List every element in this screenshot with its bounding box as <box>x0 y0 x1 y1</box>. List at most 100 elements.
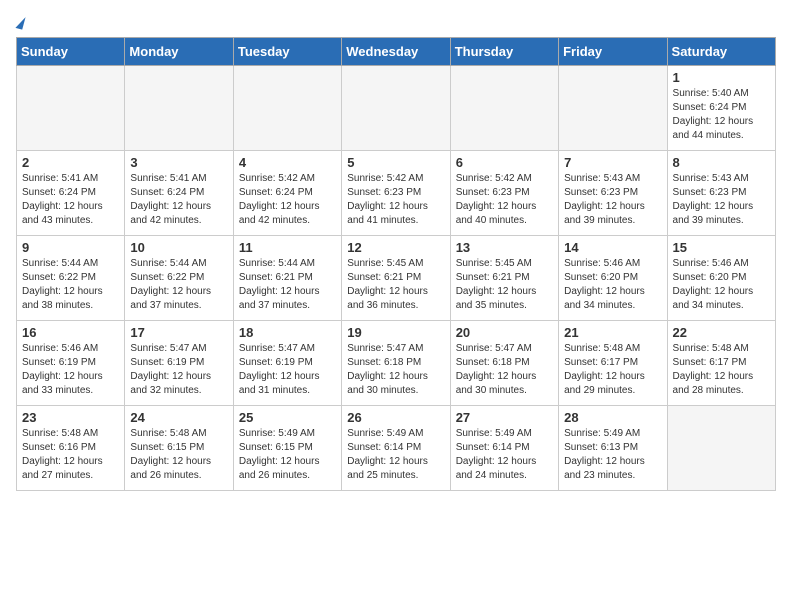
day-info: Sunrise: 5:47 AM Sunset: 6:18 PM Dayligh… <box>347 342 444 398</box>
day-number: 22 <box>673 325 770 340</box>
calendar-cell <box>667 406 775 491</box>
day-info: Sunrise: 5:44 AM Sunset: 6:21 PM Dayligh… <box>239 257 336 313</box>
calendar-cell: 14 Sunrise: 5:46 AM Sunset: 6:20 PM Dayli… <box>559 236 667 321</box>
day-info: Sunrise: 5:47 AM Sunset: 6:18 PM Dayligh… <box>456 342 553 398</box>
day-number: 13 <box>456 240 553 255</box>
day-info: Sunrise: 5:49 AM Sunset: 6:14 PM Dayligh… <box>456 427 553 483</box>
calendar-cell: 10 Sunrise: 5:44 AM Sunset: 6:22 PM Dayli… <box>125 236 233 321</box>
calendar-cell: 7 Sunrise: 5:43 AM Sunset: 6:23 PM Daylig… <box>559 151 667 236</box>
day-number: 8 <box>673 155 770 170</box>
calendar-cell: 23 Sunrise: 5:48 AM Sunset: 6:16 PM Dayli… <box>17 406 125 491</box>
day-number: 9 <box>22 240 119 255</box>
day-number: 16 <box>22 325 119 340</box>
day-info: Sunrise: 5:46 AM Sunset: 6:20 PM Dayligh… <box>564 257 661 313</box>
calendar-cell: 2 Sunrise: 5:41 AM Sunset: 6:24 PM Daylig… <box>17 151 125 236</box>
calendar-cell: 3 Sunrise: 5:41 AM Sunset: 6:24 PM Daylig… <box>125 151 233 236</box>
calendar-cell <box>17 66 125 151</box>
day-number: 2 <box>22 155 119 170</box>
day-number: 27 <box>456 410 553 425</box>
day-info: Sunrise: 5:44 AM Sunset: 6:22 PM Dayligh… <box>22 257 119 313</box>
calendar-cell: 13 Sunrise: 5:45 AM Sunset: 6:21 PM Dayli… <box>450 236 558 321</box>
day-number: 19 <box>347 325 444 340</box>
calendar-cell: 17Sunrise: 5:47 AM Sunset: 6:19 PM Dayli… <box>125 321 233 406</box>
calendar-cell: 9 Sunrise: 5:44 AM Sunset: 6:22 PM Daylig… <box>17 236 125 321</box>
day-number: 10 <box>130 240 227 255</box>
day-number: 3 <box>130 155 227 170</box>
day-number: 23 <box>22 410 119 425</box>
day-info: Sunrise: 5:43 AM Sunset: 6:23 PM Dayligh… <box>564 172 661 228</box>
logo-triangle-icon <box>15 15 25 29</box>
day-info: Sunrise: 5:46 AM Sunset: 6:20 PM Dayligh… <box>673 257 770 313</box>
day-number: 12 <box>347 240 444 255</box>
calendar-cell: 20 Sunrise: 5:47 AM Sunset: 6:18 PM Dayli… <box>450 321 558 406</box>
calendar-cell: 5 Sunrise: 5:42 AM Sunset: 6:23 PM Daylig… <box>342 151 450 236</box>
calendar-cell: 6Sunrise: 5:42 AM Sunset: 6:23 PM Daylig… <box>450 151 558 236</box>
day-info: Sunrise: 5:42 AM Sunset: 6:24 PM Dayligh… <box>239 172 336 228</box>
weekday-header-saturday: Saturday <box>667 38 775 66</box>
day-info: Sunrise: 5:44 AM Sunset: 6:22 PM Dayligh… <box>130 257 227 313</box>
day-number: 7 <box>564 155 661 170</box>
day-info: Sunrise: 5:48 AM Sunset: 6:15 PM Dayligh… <box>130 427 227 483</box>
day-number: 28 <box>564 410 661 425</box>
calendar-cell: 15 Sunrise: 5:46 AM Sunset: 6:20 PM Dayli… <box>667 236 775 321</box>
day-info: Sunrise: 5:47 AM Sunset: 6:19 PM Dayligh… <box>239 342 336 398</box>
weekday-header-monday: Monday <box>125 38 233 66</box>
calendar-table: SundayMondayTuesdayWednesdayThursdayFrid… <box>16 37 776 491</box>
calendar-week-1: 1 Sunrise: 5:40 AM Sunset: 6:24 PM Daylig… <box>17 66 776 151</box>
day-info: Sunrise: 5:49 AM Sunset: 6:13 PM Dayligh… <box>564 427 661 483</box>
day-info: Sunrise: 5:45 AM Sunset: 6:21 PM Dayligh… <box>347 257 444 313</box>
day-number: 11 <box>239 240 336 255</box>
calendar-cell: 27 Sunrise: 5:49 AM Sunset: 6:14 PM Dayli… <box>450 406 558 491</box>
day-number: 1 <box>673 70 770 85</box>
day-info: Sunrise: 5:42 AM Sunset: 6:23 PM Dayligh… <box>456 172 553 228</box>
day-number: 18 <box>239 325 336 340</box>
day-number: 14 <box>564 240 661 255</box>
day-info: Sunrise: 5:40 AM Sunset: 6:24 PM Dayligh… <box>673 87 770 143</box>
weekday-header-wednesday: Wednesday <box>342 38 450 66</box>
page-header <box>16 16 776 29</box>
weekday-header-sunday: Sunday <box>17 38 125 66</box>
day-number: 25 <box>239 410 336 425</box>
calendar-week-2: 2 Sunrise: 5:41 AM Sunset: 6:24 PM Daylig… <box>17 151 776 236</box>
calendar-cell: 11 Sunrise: 5:44 AM Sunset: 6:21 PM Dayli… <box>233 236 341 321</box>
day-info: Sunrise: 5:42 AM Sunset: 6:23 PM Dayligh… <box>347 172 444 228</box>
calendar-cell <box>125 66 233 151</box>
calendar-cell: 28 Sunrise: 5:49 AM Sunset: 6:13 PM Dayli… <box>559 406 667 491</box>
calendar-cell: 4 Sunrise: 5:42 AM Sunset: 6:24 PM Daylig… <box>233 151 341 236</box>
day-info: Sunrise: 5:48 AM Sunset: 6:17 PM Dayligh… <box>564 342 661 398</box>
day-number: 20 <box>456 325 553 340</box>
day-info: Sunrise: 5:48 AM Sunset: 6:17 PM Dayligh… <box>673 342 770 398</box>
calendar-cell: 1 Sunrise: 5:40 AM Sunset: 6:24 PM Daylig… <box>667 66 775 151</box>
day-info: Sunrise: 5:45 AM Sunset: 6:21 PM Dayligh… <box>456 257 553 313</box>
calendar-cell <box>342 66 450 151</box>
calendar-cell: 16 Sunrise: 5:46 AM Sunset: 6:19 PM Dayli… <box>17 321 125 406</box>
calendar-cell: 12 Sunrise: 5:45 AM Sunset: 6:21 PM Dayli… <box>342 236 450 321</box>
logo <box>16 16 24 29</box>
calendar-week-4: 16 Sunrise: 5:46 AM Sunset: 6:19 PM Dayli… <box>17 321 776 406</box>
day-number: 26 <box>347 410 444 425</box>
calendar-week-5: 23 Sunrise: 5:48 AM Sunset: 6:16 PM Dayli… <box>17 406 776 491</box>
weekday-header-thursday: Thursday <box>450 38 558 66</box>
calendar-cell: 26 Sunrise: 5:49 AM Sunset: 6:14 PM Dayli… <box>342 406 450 491</box>
weekday-header-friday: Friday <box>559 38 667 66</box>
calendar-cell: 24 Sunrise: 5:48 AM Sunset: 6:15 PM Dayli… <box>125 406 233 491</box>
calendar-cell <box>233 66 341 151</box>
calendar-cell: 25Sunrise: 5:49 AM Sunset: 6:15 PM Dayli… <box>233 406 341 491</box>
calendar-cell: 19 Sunrise: 5:47 AM Sunset: 6:18 PM Dayli… <box>342 321 450 406</box>
calendar-cell: 8Sunrise: 5:43 AM Sunset: 6:23 PM Daylig… <box>667 151 775 236</box>
day-info: Sunrise: 5:47 AM Sunset: 6:19 PM Dayligh… <box>130 342 227 398</box>
day-number: 4 <box>239 155 336 170</box>
calendar-cell: 22 Sunrise: 5:48 AM Sunset: 6:17 PM Dayli… <box>667 321 775 406</box>
day-info: Sunrise: 5:41 AM Sunset: 6:24 PM Dayligh… <box>130 172 227 228</box>
day-info: Sunrise: 5:49 AM Sunset: 6:14 PM Dayligh… <box>347 427 444 483</box>
day-info: Sunrise: 5:41 AM Sunset: 6:24 PM Dayligh… <box>22 172 119 228</box>
day-number: 15 <box>673 240 770 255</box>
day-info: Sunrise: 5:46 AM Sunset: 6:19 PM Dayligh… <box>22 342 119 398</box>
day-info: Sunrise: 5:48 AM Sunset: 6:16 PM Dayligh… <box>22 427 119 483</box>
day-number: 5 <box>347 155 444 170</box>
day-number: 24 <box>130 410 227 425</box>
calendar-cell: 21 Sunrise: 5:48 AM Sunset: 6:17 PM Dayli… <box>559 321 667 406</box>
weekday-header-tuesday: Tuesday <box>233 38 341 66</box>
day-number: 21 <box>564 325 661 340</box>
calendar-cell <box>559 66 667 151</box>
